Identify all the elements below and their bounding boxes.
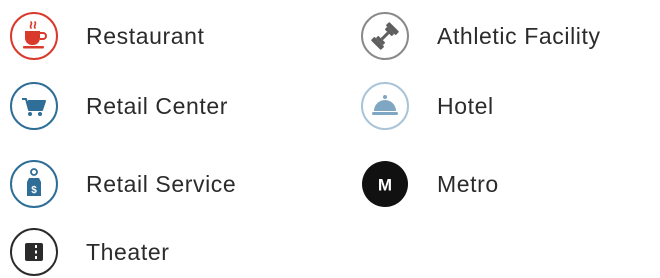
legend-item-metro: M Metro [359,158,499,210]
legend-item-hotel: Hotel [359,80,494,132]
legend-label: Hotel [437,92,494,119]
ticket-icon [8,226,60,278]
poi-legend: Restaurant Retail Center $ Retail Servic… [0,0,660,276]
legend-item-athletic-facility: Athletic Facility [359,10,601,62]
metro-badge-letter: M [378,176,392,195]
metro-icon: M [359,158,411,210]
legend-item-theater: Theater [8,226,169,278]
legend-label: Retail Center [86,92,229,119]
legend-item-restaurant: Restaurant [8,10,205,62]
legend-label: Metro [437,170,499,197]
price-tag-icon: $ [8,158,60,210]
legend-label: Retail Service [86,170,237,197]
legend-label: Theater [86,238,170,265]
service-bell-icon [359,80,411,132]
legend-label: Restaurant [86,22,205,49]
svg-text:$: $ [31,185,37,196]
dumbbell-icon [359,10,411,62]
legend-item-retail-service: $ Retail Service [8,158,236,210]
coffee-cup-icon [8,10,60,62]
shopping-cart-icon [8,80,60,132]
legend-item-retail-center: Retail Center [8,80,228,132]
legend-label: Athletic Facility [437,22,601,49]
